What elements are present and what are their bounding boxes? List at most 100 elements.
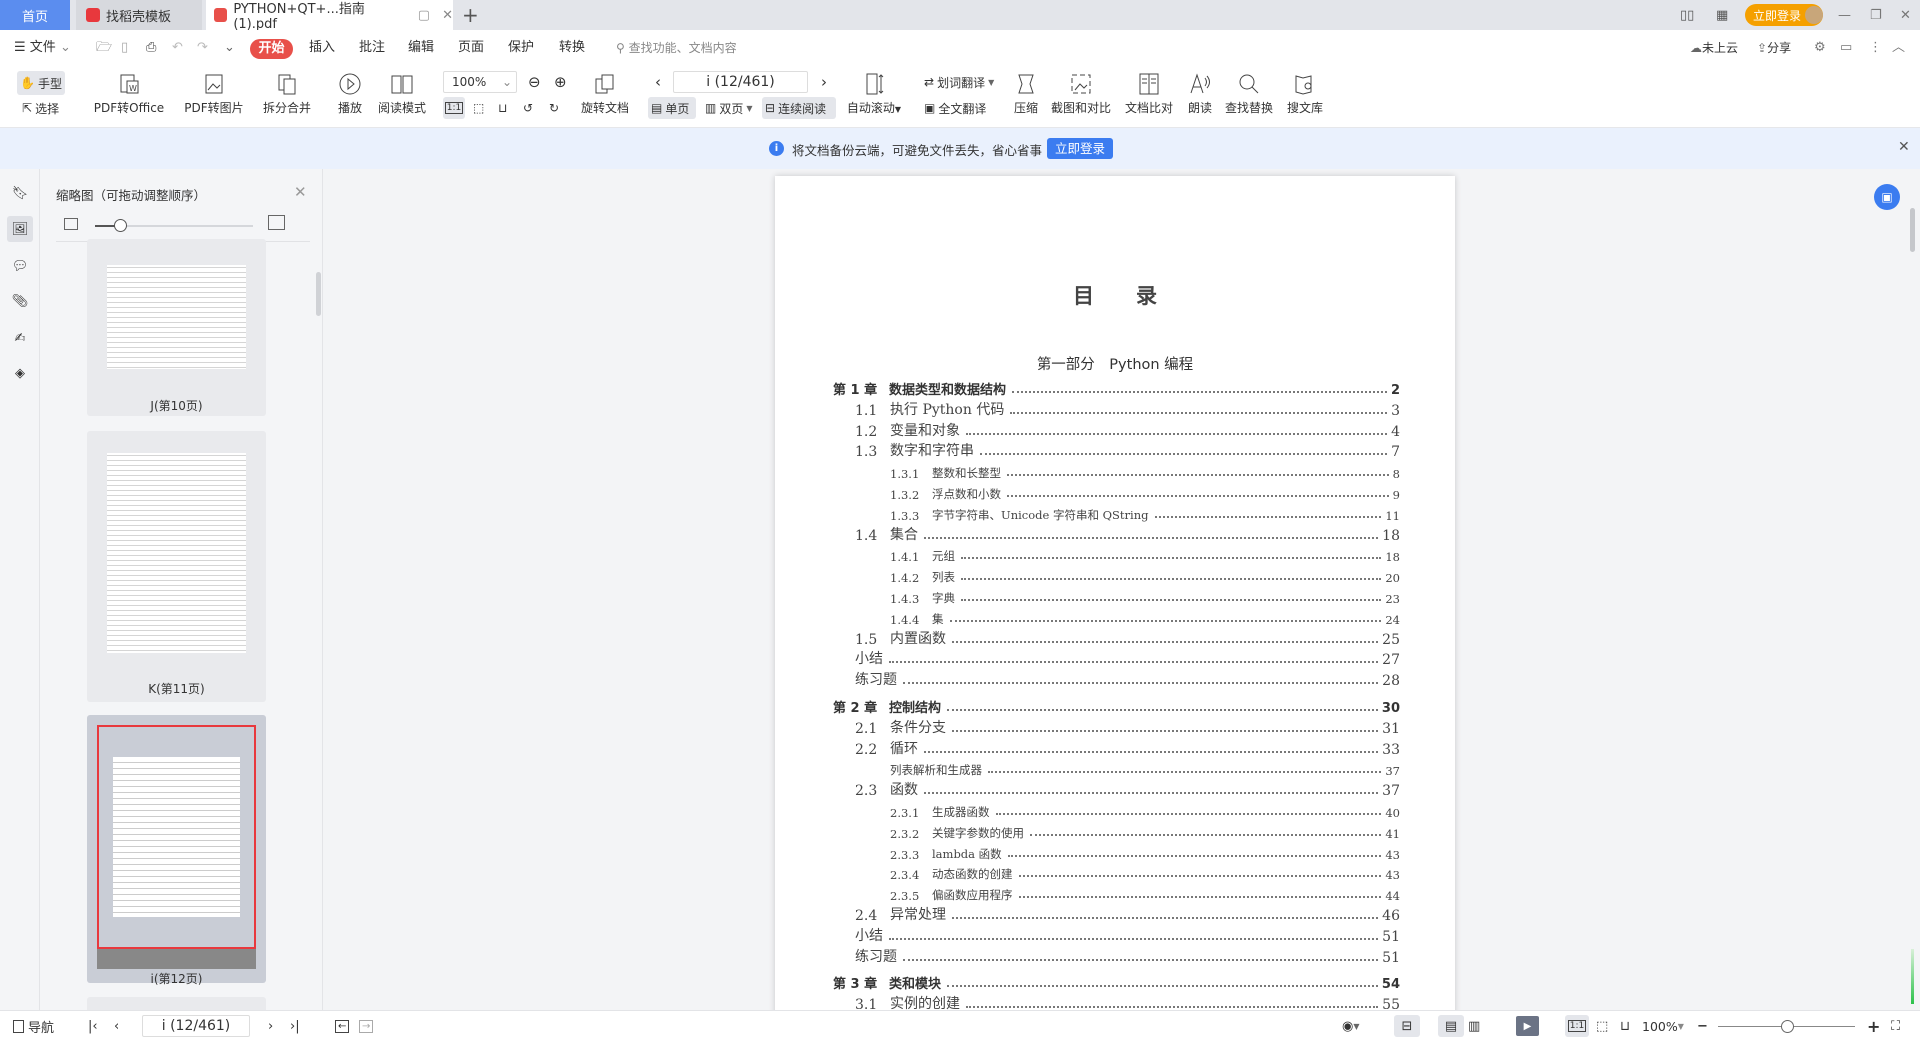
open-icon[interactable]: 🗁 xyxy=(96,38,112,58)
large-image-icon[interactable] xyxy=(268,215,285,230)
toc-entry[interactable]: 1.5 内置函数 25 xyxy=(855,628,1400,648)
toc-entry[interactable]: 1.2 变量和对象 4 xyxy=(855,420,1400,440)
close-panel-icon[interactable]: ✕ xyxy=(294,183,307,201)
close-window-button[interactable]: ✕ xyxy=(1900,0,1911,30)
toc-entry[interactable]: 练习题 51 xyxy=(855,946,1400,966)
continuous-status-icon[interactable]: ⊟ xyxy=(1394,1015,1420,1037)
select-tool-button[interactable]: ⇱ 选择 xyxy=(19,97,62,119)
restore-button[interactable]: ❐ xyxy=(1870,0,1882,30)
signature-icon[interactable]: ✍︎ xyxy=(7,325,33,351)
menu-annotate[interactable]: 批注 xyxy=(359,38,385,58)
comment-icon[interactable]: ▭ xyxy=(1840,38,1852,58)
fit-page-icon[interactable]: ⬚ xyxy=(470,97,487,119)
toc-entry[interactable]: 1.4.3 字典 23 xyxy=(890,586,1400,606)
toc-entry[interactable]: 第 2 章控制结构 30 xyxy=(833,696,1400,716)
document-compare-button[interactable]: 文档比对 xyxy=(1122,72,1176,116)
toc-entry[interactable]: 3.1 实例的创建 55 xyxy=(855,993,1400,1010)
forward-icon[interactable]: → xyxy=(359,1015,374,1037)
search-function-input[interactable]: ⚲ 查找功能、文档内容 xyxy=(616,38,737,58)
floating-tool-icon[interactable]: ▣ xyxy=(1874,184,1900,210)
zoom-slider[interactable] xyxy=(1718,1020,1855,1033)
prev-page-button[interactable]: ‹ xyxy=(652,71,664,93)
rotate-left-icon[interactable]: ↺ xyxy=(520,97,536,119)
layers-icon[interactable]: ◈ xyxy=(7,360,33,386)
auto-scroll-button[interactable]: 自动滚动▼ xyxy=(844,72,904,116)
toc-entry[interactable]: 1.4.1 元组 18 xyxy=(890,544,1400,564)
toc-entry[interactable]: 2.3.4 动态函数的创建 43 xyxy=(890,862,1400,882)
toc-entry[interactable]: 2.3.5 偏函数应用程序 44 xyxy=(890,883,1400,903)
thumbnail-page-10[interactable]: J(第10页) xyxy=(87,239,266,416)
zoom-out-icon[interactable]: ⊖ xyxy=(525,71,544,93)
rotate-document-button[interactable]: 旋转文档 xyxy=(579,72,631,116)
toc-entry[interactable]: 1.3.1 整数和长整型 8 xyxy=(890,461,1400,481)
toc-entry[interactable]: 2.4 异常处理 46 xyxy=(855,904,1400,924)
actual-size-icon[interactable]: 1:1 xyxy=(443,97,465,119)
pin-icon[interactable]: ▢ xyxy=(418,8,430,23)
small-image-icon[interactable] xyxy=(64,218,78,230)
navigation-button[interactable]: 导航 xyxy=(13,1015,54,1037)
search-library-button[interactable]: 搜文库 xyxy=(1284,72,1326,116)
toc-entry[interactable]: 1.3 数字和字符串 7 xyxy=(855,440,1400,460)
fit-width-status-icon[interactable]: ⊔ xyxy=(1620,1015,1630,1037)
next-page-status-button[interactable]: › xyxy=(268,1015,273,1037)
fit-page-status-icon[interactable]: ⬚ xyxy=(1596,1015,1608,1037)
toc-entry[interactable]: 2.2 循环 33 xyxy=(855,738,1400,758)
tab-document[interactable]: PYTHON+QT+...指南 (1).pdf ▢ ✕ xyxy=(206,0,453,32)
back-icon[interactable]: ← xyxy=(335,1015,350,1037)
save-icon[interactable]: ▯ xyxy=(121,38,128,58)
menu-edit[interactable]: 编辑 xyxy=(408,38,434,58)
page-number-input[interactable]: i (12/461) xyxy=(673,71,808,93)
zoom-slider-knob[interactable] xyxy=(1781,1020,1794,1033)
login-button[interactable]: 立即登录 xyxy=(1745,4,1823,26)
toc-entry[interactable]: 小结 27 xyxy=(855,648,1400,668)
full-translate-button[interactable]: ▣ 全文翻译 xyxy=(921,97,989,119)
toc-entry[interactable]: 2.3.2 关键字参数的使用 41 xyxy=(890,821,1400,841)
reading-mode-button[interactable]: 阅读模式 xyxy=(376,72,428,116)
close-tab-icon[interactable]: ✕ xyxy=(442,8,453,23)
new-tab-button[interactable]: + xyxy=(462,0,482,30)
toc-entry[interactable]: 练习题 28 xyxy=(855,669,1400,689)
prev-page-status-button[interactable]: ‹ xyxy=(114,1015,119,1037)
compress-button[interactable]: 压缩 xyxy=(1010,72,1042,116)
double-page-status-icon[interactable]: ▥ xyxy=(1468,1015,1480,1037)
toc-entry[interactable]: 1.4 集合 18 xyxy=(855,524,1400,544)
thumbnail-size-slider[interactable] xyxy=(95,219,253,232)
word-translate-button[interactable]: ⇄ 划词翻译 ▼ xyxy=(921,71,997,93)
cloud-status-button[interactable]: ☁未上云 xyxy=(1690,38,1738,58)
toc-entry[interactable]: 1.4.4 集 24 xyxy=(890,607,1400,627)
zoom-select[interactable]: 100% ⌄ xyxy=(443,71,517,93)
redo-icon[interactable]: ↷ xyxy=(197,38,208,58)
tab-home[interactable]: 首页 xyxy=(0,0,70,30)
notice-login-button[interactable]: 立即登录 xyxy=(1047,138,1113,159)
play-button[interactable]: 播放 xyxy=(333,72,367,116)
zoom-out-status-button[interactable]: − xyxy=(1697,1015,1708,1037)
slideshow-button[interactable]: ▶ xyxy=(1516,1016,1539,1036)
pdf-to-image-button[interactable]: PDF转图片 xyxy=(180,72,248,116)
hand-tool-button[interactable]: ✋ 手型 xyxy=(17,71,65,95)
single-page-button[interactable]: ▤ 单页 xyxy=(648,97,696,119)
toc-entry[interactable]: 第 1 章数据类型和数据结构 2 xyxy=(833,378,1400,398)
toc-entry[interactable]: 2.3.1 生成器函数 40 xyxy=(890,800,1400,820)
status-page-input[interactable]: i (12/461) xyxy=(142,1015,250,1037)
zoom-in-icon[interactable]: ⊕ xyxy=(551,71,570,93)
minimize-button[interactable]: — xyxy=(1838,0,1851,30)
more-dropdown-icon[interactable]: ⌄ xyxy=(224,38,235,58)
toc-entry[interactable]: 1.1 执行 Python 代码 3 xyxy=(855,399,1400,419)
toc-entry[interactable]: 列表解析和生成器 37 xyxy=(890,758,1400,778)
menu-insert[interactable]: 插入 xyxy=(309,38,335,58)
fullscreen-icon[interactable]: ⛶ xyxy=(1891,1015,1900,1037)
zoom-level-dropdown[interactable]: 100% ▼ xyxy=(1642,1015,1684,1037)
comment-panel-icon[interactable]: 💬︎ xyxy=(7,253,33,279)
first-page-button[interactable]: |‹ xyxy=(88,1015,98,1037)
toc-entry[interactable]: 小结 51 xyxy=(855,925,1400,945)
toc-entry[interactable]: 2.3.3 lambda 函数 43 xyxy=(890,842,1400,862)
read-aloud-button[interactable]: 朗读 xyxy=(1184,72,1216,116)
document-viewport[interactable]: 目 录 第一部分 Python 编程 第 1 章数据类型和数据结构 2 1.1 执行 … xyxy=(323,169,1920,1010)
zoom-in-status-button[interactable]: + xyxy=(1867,1015,1880,1037)
toc-entry[interactable]: 1.4.2 列表 20 xyxy=(890,565,1400,585)
toc-entry[interactable]: 1.3.2 浮点数和小数 9 xyxy=(890,482,1400,502)
print-icon[interactable]: ⎙ xyxy=(146,38,156,58)
attachment-icon[interactable]: 📎︎ xyxy=(7,288,33,314)
toc-entry[interactable]: 1.3.3 字节字符串、Unicode 字符串和 QString 11 xyxy=(890,503,1400,523)
toc-entry[interactable]: 2.1 条件分支 31 xyxy=(855,717,1400,737)
